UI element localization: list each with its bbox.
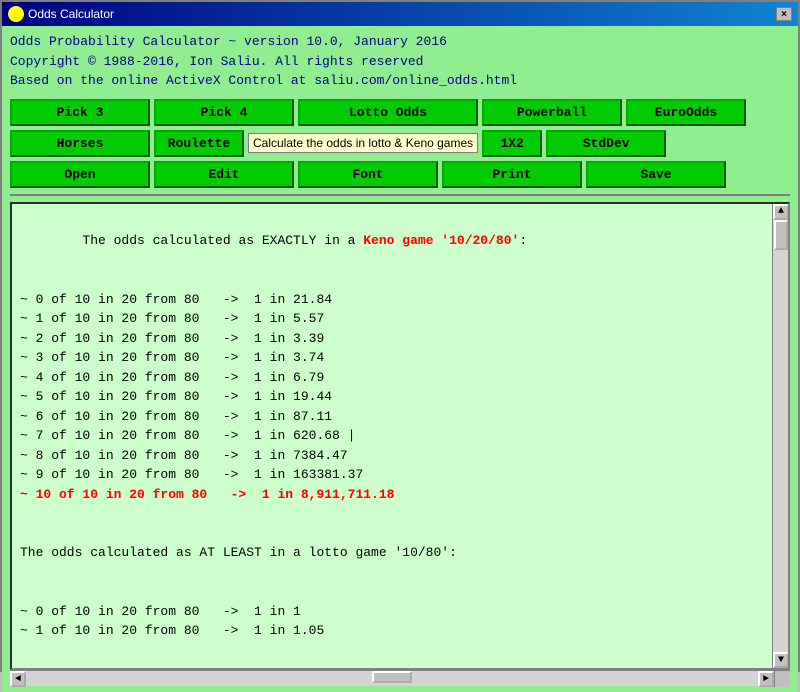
output-area: The odds calculated as EXACTLY in a Keno… (10, 202, 790, 671)
output-line2-0: ~ 0 of 10 in 20 from 80 -> 1 in 1 (20, 604, 301, 619)
vertical-scrollbar: ▲ ▼ (772, 204, 788, 669)
button-panel: Pick 3 Pick 4 Lotto Odds Powerball EuroO… (10, 99, 790, 188)
button-row-1: Pick 3 Pick 4 Lotto Odds Powerball EuroO… (10, 99, 790, 126)
output-at-least-header: The odds calculated as AT LEAST in a lot… (20, 545, 457, 560)
scroll-track-h[interactable] (26, 671, 758, 686)
app-body: Odds Probability Calculator ~ version 10… (2, 26, 798, 692)
divider (10, 194, 790, 196)
tooltip-text: Calculate the odds in lotto & Keno games (248, 133, 478, 153)
powerball-button[interactable]: Powerball (482, 99, 622, 126)
print-button[interactable]: Print (442, 161, 582, 188)
save-button[interactable]: Save (586, 161, 726, 188)
output-intro-end: : (519, 233, 527, 248)
header-info: Odds Probability Calculator ~ version 10… (10, 32, 790, 91)
font-button[interactable]: Font (298, 161, 438, 188)
window-title: Odds Calculator (28, 7, 776, 21)
output-line-7: ~ 7 of 10 in 20 from 80 -> 1 in 620.68 | (20, 428, 355, 443)
output-line-5: ~ 5 of 10 in 20 from 80 -> 1 in 19.44 (20, 389, 332, 404)
horizontal-scrollbar: ◄ ► (10, 670, 790, 686)
button-row-2: Horses Roulette Calculate the odds in lo… (10, 130, 790, 157)
pick4-button[interactable]: Pick 4 (154, 99, 294, 126)
scroll-track-v[interactable] (773, 220, 788, 653)
output-text[interactable]: The odds calculated as EXACTLY in a Keno… (12, 204, 772, 669)
euroodds-button[interactable]: EuroOdds (626, 99, 746, 126)
app-icon (8, 6, 24, 22)
output-line-3: ~ 3 of 10 in 20 from 80 -> 1 in 3.74 (20, 350, 324, 365)
output-intro-red: Keno game '10/20/80' (363, 233, 519, 248)
output-line-0: ~ 0 of 10 in 20 from 80 -> 1 in 21.84 (20, 292, 332, 307)
close-button[interactable]: × (776, 7, 792, 21)
open-button[interactable]: Open (10, 161, 150, 188)
pick3-button[interactable]: Pick 3 (10, 99, 150, 126)
header-line2: Copyright © 1988-2016, Ion Saliu. All ri… (10, 52, 790, 72)
output-line2-1: ~ 1 of 10 in 20 from 80 -> 1 in 1.05 (20, 623, 324, 638)
scroll-up-button[interactable]: ▲ (773, 204, 789, 220)
output-line-1: ~ 1 of 10 in 20 from 80 -> 1 in 5.57 (20, 311, 324, 326)
header-line1: Odds Probability Calculator ~ version 10… (10, 32, 790, 52)
scroll-thumb-h[interactable] (372, 671, 412, 683)
button-row-3: Open Edit Font Print Save (10, 161, 790, 188)
stddev-button[interactable]: StdDev (546, 130, 666, 157)
horses-button[interactable]: Horses (10, 130, 150, 157)
title-bar: Odds Calculator × (2, 2, 798, 26)
lotto-odds-button[interactable]: Lotto Odds (298, 99, 478, 126)
roulette-button[interactable]: Roulette (154, 130, 244, 157)
scroll-right-button[interactable]: ► (758, 671, 774, 687)
1x2-button[interactable]: 1X2 (482, 130, 542, 157)
header-line3: Based on the online ActiveX Control at s… (10, 71, 790, 91)
scroll-left-button[interactable]: ◄ (10, 671, 26, 687)
edit-button[interactable]: Edit (154, 161, 294, 188)
scrollbar-corner (774, 671, 790, 687)
output-line-6: ~ 6 of 10 in 20 from 80 -> 1 in 87.11 (20, 409, 332, 424)
output-line-4: ~ 4 of 10 in 20 from 80 -> 1 in 6.79 (20, 370, 324, 385)
output-line-2: ~ 2 of 10 in 20 from 80 -> 1 in 3.39 (20, 331, 324, 346)
scroll-down-button[interactable]: ▼ (773, 652, 789, 668)
output-line-red: ~ 10 of 10 in 20 from 80 -> 1 in 8,911,7… (20, 487, 394, 502)
scroll-thumb-v[interactable] (774, 220, 788, 250)
main-window: Odds Calculator × Odds Probability Calcu… (0, 0, 800, 672)
output-intro-static: The odds calculated as EXACTLY in a (82, 233, 363, 248)
output-line-8: ~ 8 of 10 in 20 from 80 -> 1 in 7384.47 (20, 448, 348, 463)
output-line-9: ~ 9 of 10 in 20 from 80 -> 1 in 163381.3… (20, 467, 363, 482)
